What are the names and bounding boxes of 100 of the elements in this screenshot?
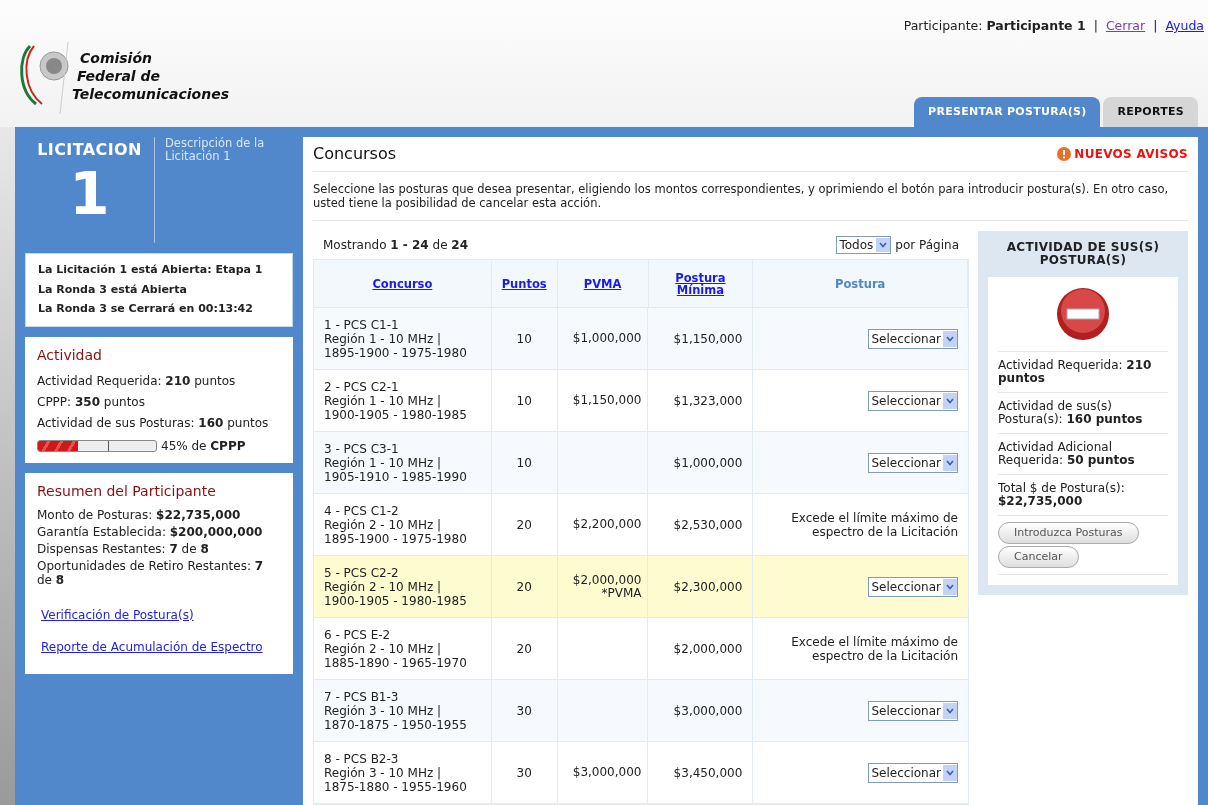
activity-summary-item: Actividad Requerida: 210 puntos (998, 358, 1152, 385)
report-link[interactable]: Reporte de Acumulación de Espectro (41, 637, 263, 656)
activity-summary-item: Actividad de sus(s) Postura(s): 160 puntos (998, 399, 1143, 426)
table-cell-text: Región 1 - 10 MHz | (324, 455, 443, 470)
table-cell-text: 20 (516, 516, 532, 534)
table-cell-text: 1875-1880 - 1955-1960 (324, 779, 468, 794)
table-cell-text: 5 - PCS C2-2 (324, 565, 400, 580)
licitacion-description: Descripción de la Licitación 1 (164, 137, 266, 165)
alert-icon (1057, 147, 1072, 161)
tab[interactable]: REPORTES (1103, 97, 1198, 127)
status-line: La Ronda 3 está Abierta (38, 281, 188, 298)
table-cell: $2,200,000 (572, 518, 642, 531)
table-cell-text: Región 2 - 10 MHz | (324, 517, 443, 532)
table-cell-text: $3,450,000 (673, 764, 743, 782)
table-cell: $3,000,000 (572, 766, 642, 779)
summary-line: Garantía Establecida: $200,000,000 (37, 524, 264, 539)
table-cell-text: Región 3 - 10 MHz | (324, 703, 443, 718)
table-cell-text: 4 - PCS C1-2 (324, 503, 400, 518)
table-cell-text: 1895-1900 - 1975-1980 (324, 531, 468, 546)
table-cell-note: *PVMA (601, 586, 642, 600)
table-cell-text: $1,000,000 (673, 454, 743, 472)
table-cell-text: 10 (516, 454, 532, 472)
action-button[interactable]: Cancelar (998, 546, 1079, 568)
table-cell-text: Región 2 - 10 MHz | (324, 641, 443, 656)
table-cell: $1,150,000 (572, 394, 642, 407)
activity-percentage: 45% de CPPP (161, 437, 246, 455)
table-cell-text: 10 (516, 330, 532, 348)
table-cell-text: 6 - PCS E-2 (324, 627, 392, 642)
table-cell-text: 2 - PCS C2-1 (324, 379, 400, 394)
table-cell-text: $2,000,000 (673, 640, 743, 658)
bid-select[interactable]: Seleccionar (867, 762, 958, 783)
table-cell-text: 20 (516, 640, 532, 658)
table-cell-text: Región 2 - 10 MHz | (324, 579, 443, 594)
activity-summary-item: Actividad Adicional Requerida: 50 puntos (998, 440, 1135, 467)
page-title: Concursos (313, 143, 397, 165)
stop-icon (1056, 287, 1110, 341)
action-button[interactable]: Introduzca Posturas (998, 522, 1139, 544)
table-cell-text: Región 3 - 10 MHz | (324, 765, 443, 780)
table-cell-text: Región 1 - 10 MHz | (324, 393, 443, 408)
column-header-link[interactable]: Puntos (501, 277, 547, 290)
table-cell-text: 10 (516, 392, 532, 410)
column-header-link[interactable]: PVMA (583, 277, 622, 290)
table-cell-text: 30 (516, 764, 532, 782)
activity-line: CPPP: 350 puntos (37, 393, 146, 411)
table-cell-text: 1905-1910 - 1985-1990 (324, 469, 468, 484)
limit-message: Excede el límite máximo de espectro de la Licitación (790, 634, 958, 663)
separator: | (1093, 17, 1098, 35)
column-header: Postura (835, 277, 886, 290)
new-notices-link[interactable]: NUEVOS AVISOS (1074, 145, 1188, 163)
table-cell-text: 1 - PCS C1-1 (324, 317, 400, 332)
activity-line: Actividad Requerida: 210 puntos (37, 372, 237, 390)
table-cell-text: $3,000,000 (673, 702, 743, 720)
table-cell-text: Región 1 - 10 MHz | (324, 331, 443, 346)
table-cell-text: 3 - PCS C3-1 (324, 441, 400, 456)
table-cell-text: $1,150,000 (673, 330, 743, 348)
bid-select[interactable]: Seleccionar (867, 576, 958, 597)
help-link[interactable]: Ayuda (1165, 17, 1204, 36)
panel-title: ACTIVIDAD DE SUS(S) POSTURA(S) (1005, 239, 1161, 269)
table-cell-text: 1885-1890 - 1965-1970 (324, 655, 468, 670)
summary-line: Dispensas Restantes: 7 de 8 (37, 541, 210, 556)
table-cell-text: 30 (516, 702, 532, 720)
instructions-text: Seleccione las posturas que desea presentar, eligiendo los montos correspondientes, y oprimiendo el botón para introducir postura(s). En otro caso, usted tiene la posibilidad de cancelar esta acción. (313, 172, 1188, 221)
status-line: La Ronda 3 se Cerrará en 00:13:42 (38, 301, 254, 317)
table-cell: $1,000,000 (572, 332, 642, 345)
licitacion-label: LICITACION (37, 139, 142, 161)
agency-name: Federal de (77, 66, 162, 85)
bid-select[interactable]: Seleccionar (867, 452, 958, 473)
table-cell: $2,000,000 (572, 573, 642, 587)
table-cell-text: $2,300,000 (673, 578, 743, 596)
per-page-label: por Página (895, 237, 959, 254)
activity-line: Actividad de sus Posturas: 160 puntos (37, 414, 270, 432)
bid-select[interactable]: Seleccionar (867, 390, 958, 411)
bid-select[interactable]: Seleccionar (867, 328, 958, 349)
agency-name: Telecomunicaciones (72, 84, 230, 103)
participant-label: Participante: Participante 1 (903, 17, 1086, 35)
licitacion-number: 1 (69, 162, 110, 226)
results-count: Mostrando 1 - 24 de 24 (323, 237, 469, 254)
separator: | (1153, 17, 1158, 35)
bid-select[interactable]: Seleccionar (867, 700, 958, 721)
limit-message: Excede el límite máximo de espectro de la Licitación (790, 510, 958, 539)
summary-line: Monto de Posturas: $22,735,000 (37, 507, 242, 522)
summary-line: Oportunidades de Retiro Restantes: 7 de 8 (37, 558, 265, 587)
per-page-select[interactable]: Todos (836, 236, 892, 254)
table-cell-text: 1900-1905 - 1980-1985 (324, 593, 468, 608)
status-line: La Licitación 1 está Abierta: Etapa 1 (38, 262, 264, 278)
column-header-link[interactable]: Postura Mínima (665, 271, 736, 296)
logout-link[interactable]: Cerrar (1105, 17, 1146, 36)
table-cell-text: $1,323,000 (673, 392, 743, 410)
table-cell-text: 20 (516, 578, 532, 596)
table-cell-text: 1895-1900 - 1975-1980 (324, 345, 468, 360)
activity-summary-item: Total $ de Postura(s): $22,735,000 (998, 481, 1125, 508)
report-link[interactable]: Verificación de Postura(s) (41, 605, 194, 624)
table-cell-text: 8 - PCS B2-3 (324, 751, 400, 766)
activity-heading: Actividad (37, 345, 103, 365)
table-cell-text: 7 - PCS B1-3 (324, 689, 400, 704)
table-cell-text: 1900-1905 - 1980-1985 (324, 407, 468, 422)
summary-heading: Resumen del Participante (37, 481, 217, 501)
column-header-link[interactable]: Concurso (372, 277, 433, 290)
agency-name: Comisión (80, 48, 153, 67)
tab[interactable]: PRESENTAR POSTURA(S) (914, 97, 1101, 127)
